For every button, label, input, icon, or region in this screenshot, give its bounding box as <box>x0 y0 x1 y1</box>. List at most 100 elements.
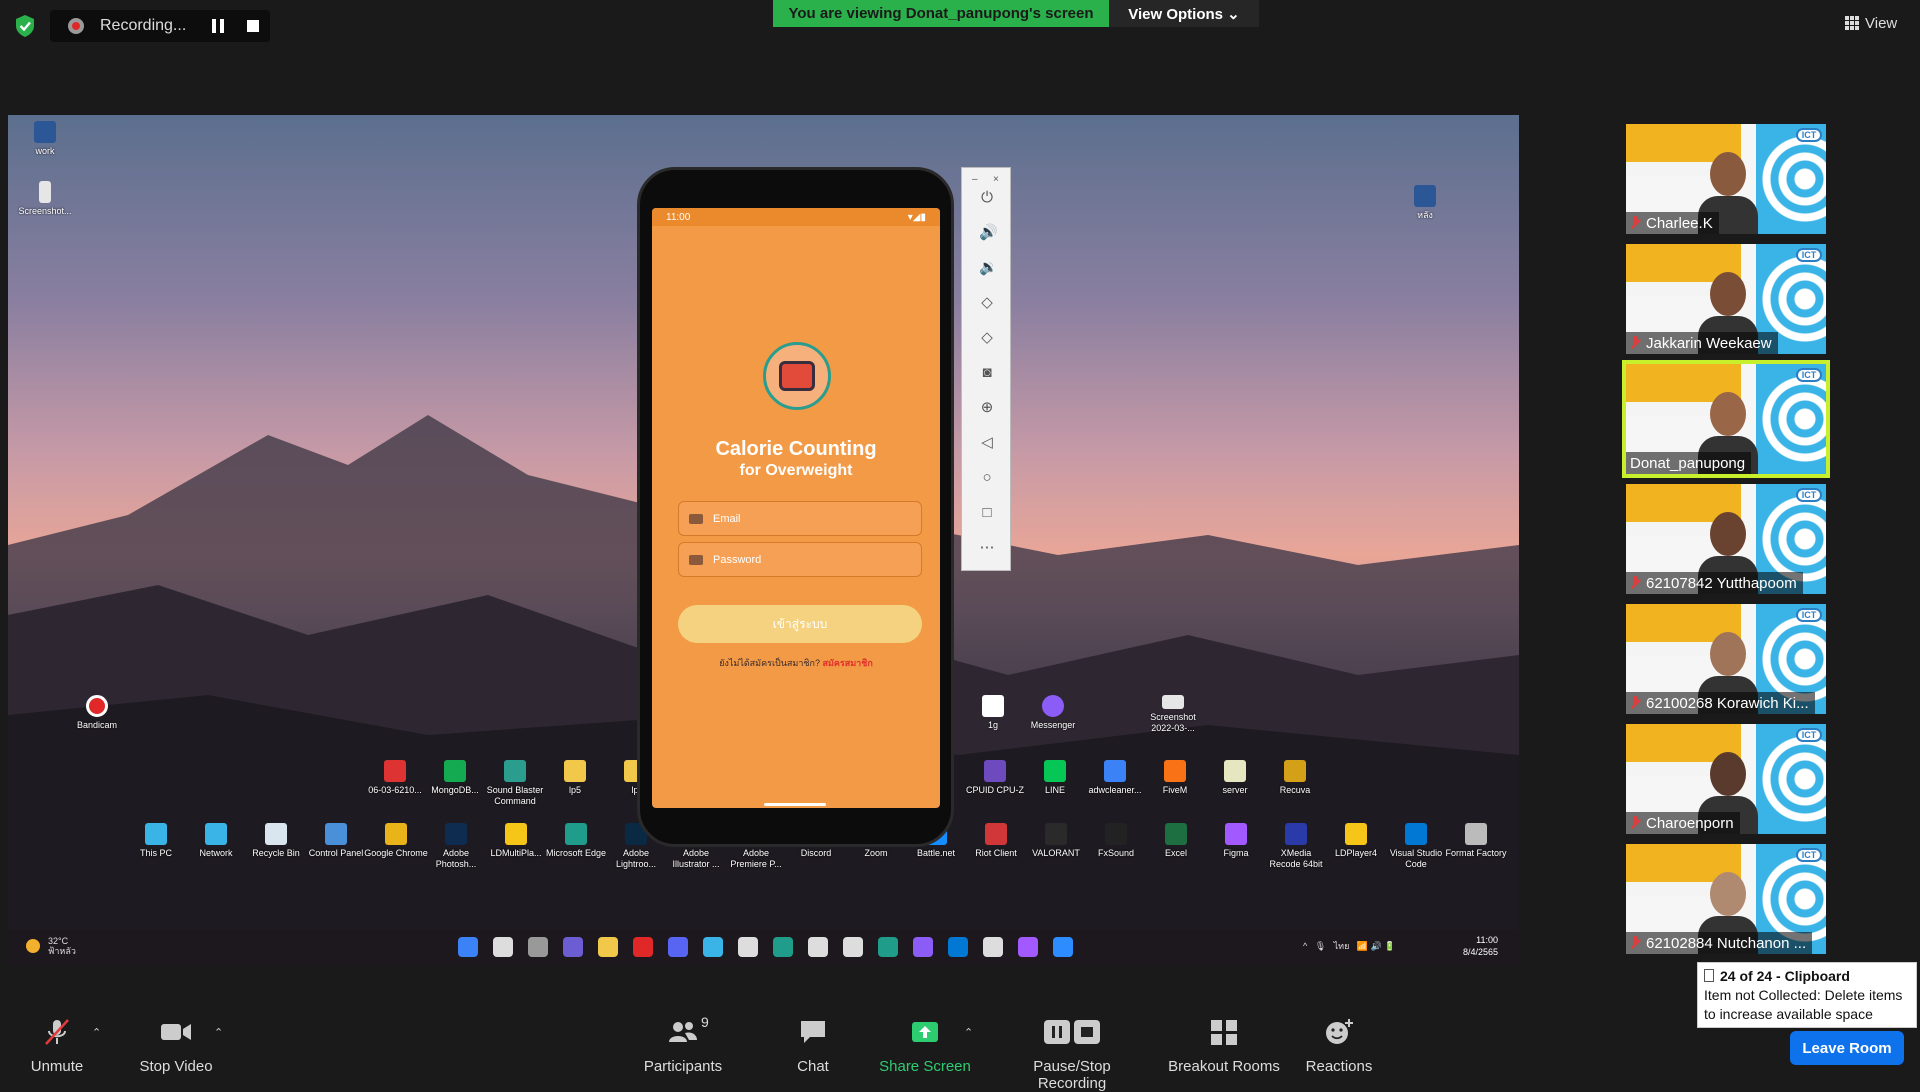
participant-tile[interactable]: ICT Donat_panupong <box>1622 360 1830 478</box>
teams-icon[interactable] <box>563 937 583 957</box>
desktop-icon-row2-0[interactable]: This PC <box>124 823 188 859</box>
search-icon[interactable] <box>493 937 513 957</box>
share-options-caret[interactable]: ⌃ <box>964 1026 973 1039</box>
desktop-icon-row2-18[interactable]: Figma <box>1204 823 1268 859</box>
figma-icon[interactable] <box>1018 937 1038 957</box>
desktop-icon-row1-0[interactable]: 06-03-6210... <box>363 760 427 796</box>
netflix-icon[interactable] <box>633 937 653 957</box>
stop-recording-icon[interactable] <box>247 20 259 32</box>
desktop-icon-row1-10[interactable]: Recuva <box>1263 760 1327 796</box>
more-icon[interactable]: ⋯ <box>979 540 995 556</box>
participant-tile[interactable]: ICT Charlee.K <box>1626 124 1826 234</box>
pause-recording-icon[interactable] <box>212 19 226 33</box>
audio-icon[interactable] <box>843 937 863 957</box>
video-options-caret[interactable]: ⌃ <box>214 1026 223 1039</box>
unmute-button[interactable]: Unmute <box>27 1018 87 1075</box>
desktop-icon-row2-22[interactable]: Format Factory <box>1444 823 1508 859</box>
email-field[interactable]: Email <box>678 501 922 536</box>
desktop-icon-row2-5[interactable]: Adobe Photosh... <box>424 823 488 870</box>
desktop-icon-row2-2[interactable]: Recycle Bin <box>244 823 308 859</box>
ict-logo-icon: ICT <box>1796 368 1822 382</box>
view-options-button[interactable]: View Options ⌄ <box>1109 0 1259 27</box>
desktop-icon-doc[interactable]: หลัง <box>1393 185 1457 221</box>
chat-button[interactable]: Chat <box>790 1018 836 1075</box>
desktop-icon-1g[interactable]: 1g <box>961 695 1025 731</box>
desktop-icon-row2-4[interactable]: Google Chrome <box>364 823 428 859</box>
back-icon[interactable]: ◁ <box>979 435 995 451</box>
reactions-button[interactable]: Reactions <box>1303 1018 1375 1075</box>
desktop-icon-row2-6[interactable]: LDMultiPla... <box>484 823 548 859</box>
desktop-icon-label: Figma <box>1223 848 1249 858</box>
desktop-icon-row1-8[interactable]: FiveM <box>1143 760 1207 796</box>
desktop-icon-row1-7[interactable]: adwcleaner... <box>1083 760 1147 796</box>
desktop-icon-messenger[interactable]: Messenger <box>1021 695 1085 731</box>
participant-tile[interactable]: ICT Charoenporn <box>1626 724 1826 834</box>
rotate-left-icon[interactable]: ◇ <box>979 295 995 311</box>
terminal-icon[interactable] <box>808 937 828 957</box>
pause-stop-recording-button[interactable]: Pause/Stop Recording <box>997 1018 1147 1092</box>
taskbar-clock[interactable]: 11:00 8/4/2565 <box>1428 934 1498 958</box>
desktop-icon-row1-1[interactable]: MongoDB... <box>423 760 487 796</box>
desktop-icon-row2-1[interactable]: Network <box>184 823 248 859</box>
desktop-icon-row2-16[interactable]: FxSound <box>1084 823 1148 859</box>
line-icon[interactable] <box>773 937 793 957</box>
task-view-icon[interactable] <box>528 937 548 957</box>
mail-icon[interactable] <box>703 937 723 957</box>
vscode-icon[interactable] <box>948 937 968 957</box>
desktop-icon-row2-19[interactable]: XMedia Recode 64bit <box>1264 823 1328 870</box>
participant-tile[interactable]: ICT Jakkarin Weekaew <box>1626 244 1826 354</box>
system-tray[interactable]: ^ 🎙 ไทย 📶 🔊 🔋 <box>1303 939 1396 953</box>
chrome-icon[interactable] <box>983 937 1003 957</box>
rotate-right-icon[interactable]: ◇ <box>979 330 995 346</box>
participant-tile[interactable]: ICT 62107842 Yutthapoom <box>1626 484 1826 594</box>
stop-video-button[interactable]: Stop Video <box>134 1018 218 1075</box>
desktop-icon-row1-5[interactable]: CPUID CPU-Z <box>963 760 1027 796</box>
desktop-icon-work[interactable]: work <box>13 121 77 157</box>
discord-icon[interactable] <box>668 937 688 957</box>
participant-name: 62102884 Nutchanon ... <box>1646 934 1807 952</box>
desktop-icon-row2-15[interactable]: VALORANT <box>1024 823 1088 859</box>
desktop-icon-row2-3[interactable]: Control Panel <box>304 823 368 859</box>
home-icon[interactable]: ○ <box>979 470 995 486</box>
desktop-icon-row2-21[interactable]: Visual Studio Code <box>1384 823 1448 870</box>
participant-name-tag: 62100268 Korawich Ki... <box>1626 692 1815 714</box>
volume-up-icon[interactable]: 🔊 <box>979 225 998 241</box>
edge-icon[interactable] <box>878 937 898 957</box>
desktop-icon-row1-9[interactable]: server <box>1203 760 1267 796</box>
zoom-icon[interactable]: ⊕ <box>979 400 995 416</box>
volume-down-icon[interactable]: 🔉 <box>979 260 998 276</box>
camera-icon[interactable]: ◙ <box>979 365 995 381</box>
power-icon[interactable]: ⏻ <box>979 190 995 206</box>
desktop-icon-row1-6[interactable]: LINE <box>1023 760 1087 796</box>
desktop-icon-screenshot-2[interactable]: Screenshot 2022-03-... <box>1141 695 1205 734</box>
audio-options-caret[interactable]: ⌃ <box>92 1026 101 1039</box>
login-button[interactable]: เข้าสู่ระบบ <box>678 605 922 643</box>
desktop-icon-row2-20[interactable]: LDPlayer4 <box>1324 823 1388 859</box>
signup-link[interactable]: สมัครสมาชิก <box>822 658 872 668</box>
share-screen-button[interactable]: Share Screen <box>878 1018 972 1075</box>
desktop-icon-row2-7[interactable]: Microsoft Edge <box>544 823 608 859</box>
password-field[interactable]: Password <box>678 542 922 577</box>
zoom-icon[interactable] <box>1053 937 1073 957</box>
desktop-icon-row1-3[interactable]: lp5 <box>543 760 607 796</box>
home-indicator[interactable] <box>764 803 826 806</box>
participant-tile[interactable]: ICT 62102884 Nutchanon ... <box>1626 844 1826 954</box>
file-explorer-icon[interactable] <box>598 937 618 957</box>
desktop-icon-bandicam[interactable]: Bandicam <box>65 695 129 731</box>
breakout-rooms-button[interactable]: Breakout Rooms <box>1167 1018 1281 1075</box>
view-button[interactable]: View <box>1845 12 1897 34</box>
participants-button[interactable]: 9 Participants <box>641 1014 725 1075</box>
windows-start-icon[interactable] <box>458 937 478 957</box>
desktop-icon-row1-2[interactable]: Sound Blaster Command <box>483 760 547 807</box>
desktop-icon-row2-14[interactable]: Riot Client <box>964 823 1028 859</box>
minimize-icon[interactable]: – <box>972 174 978 185</box>
close-icon[interactable]: × <box>993 174 999 185</box>
store-icon[interactable] <box>738 937 758 957</box>
desktop-icon-row2-17[interactable]: Excel <box>1144 823 1208 859</box>
desktop-icon-label: Adobe Premiere P... <box>730 848 782 869</box>
overview-icon[interactable]: □ <box>979 505 995 521</box>
messenger-icon[interactable] <box>913 937 933 957</box>
participant-tile[interactable]: ICT 62100268 Korawich Ki... <box>1626 604 1826 714</box>
desktop-icon-screenshot[interactable]: Screenshot... <box>13 181 77 217</box>
app-icon <box>445 823 467 845</box>
